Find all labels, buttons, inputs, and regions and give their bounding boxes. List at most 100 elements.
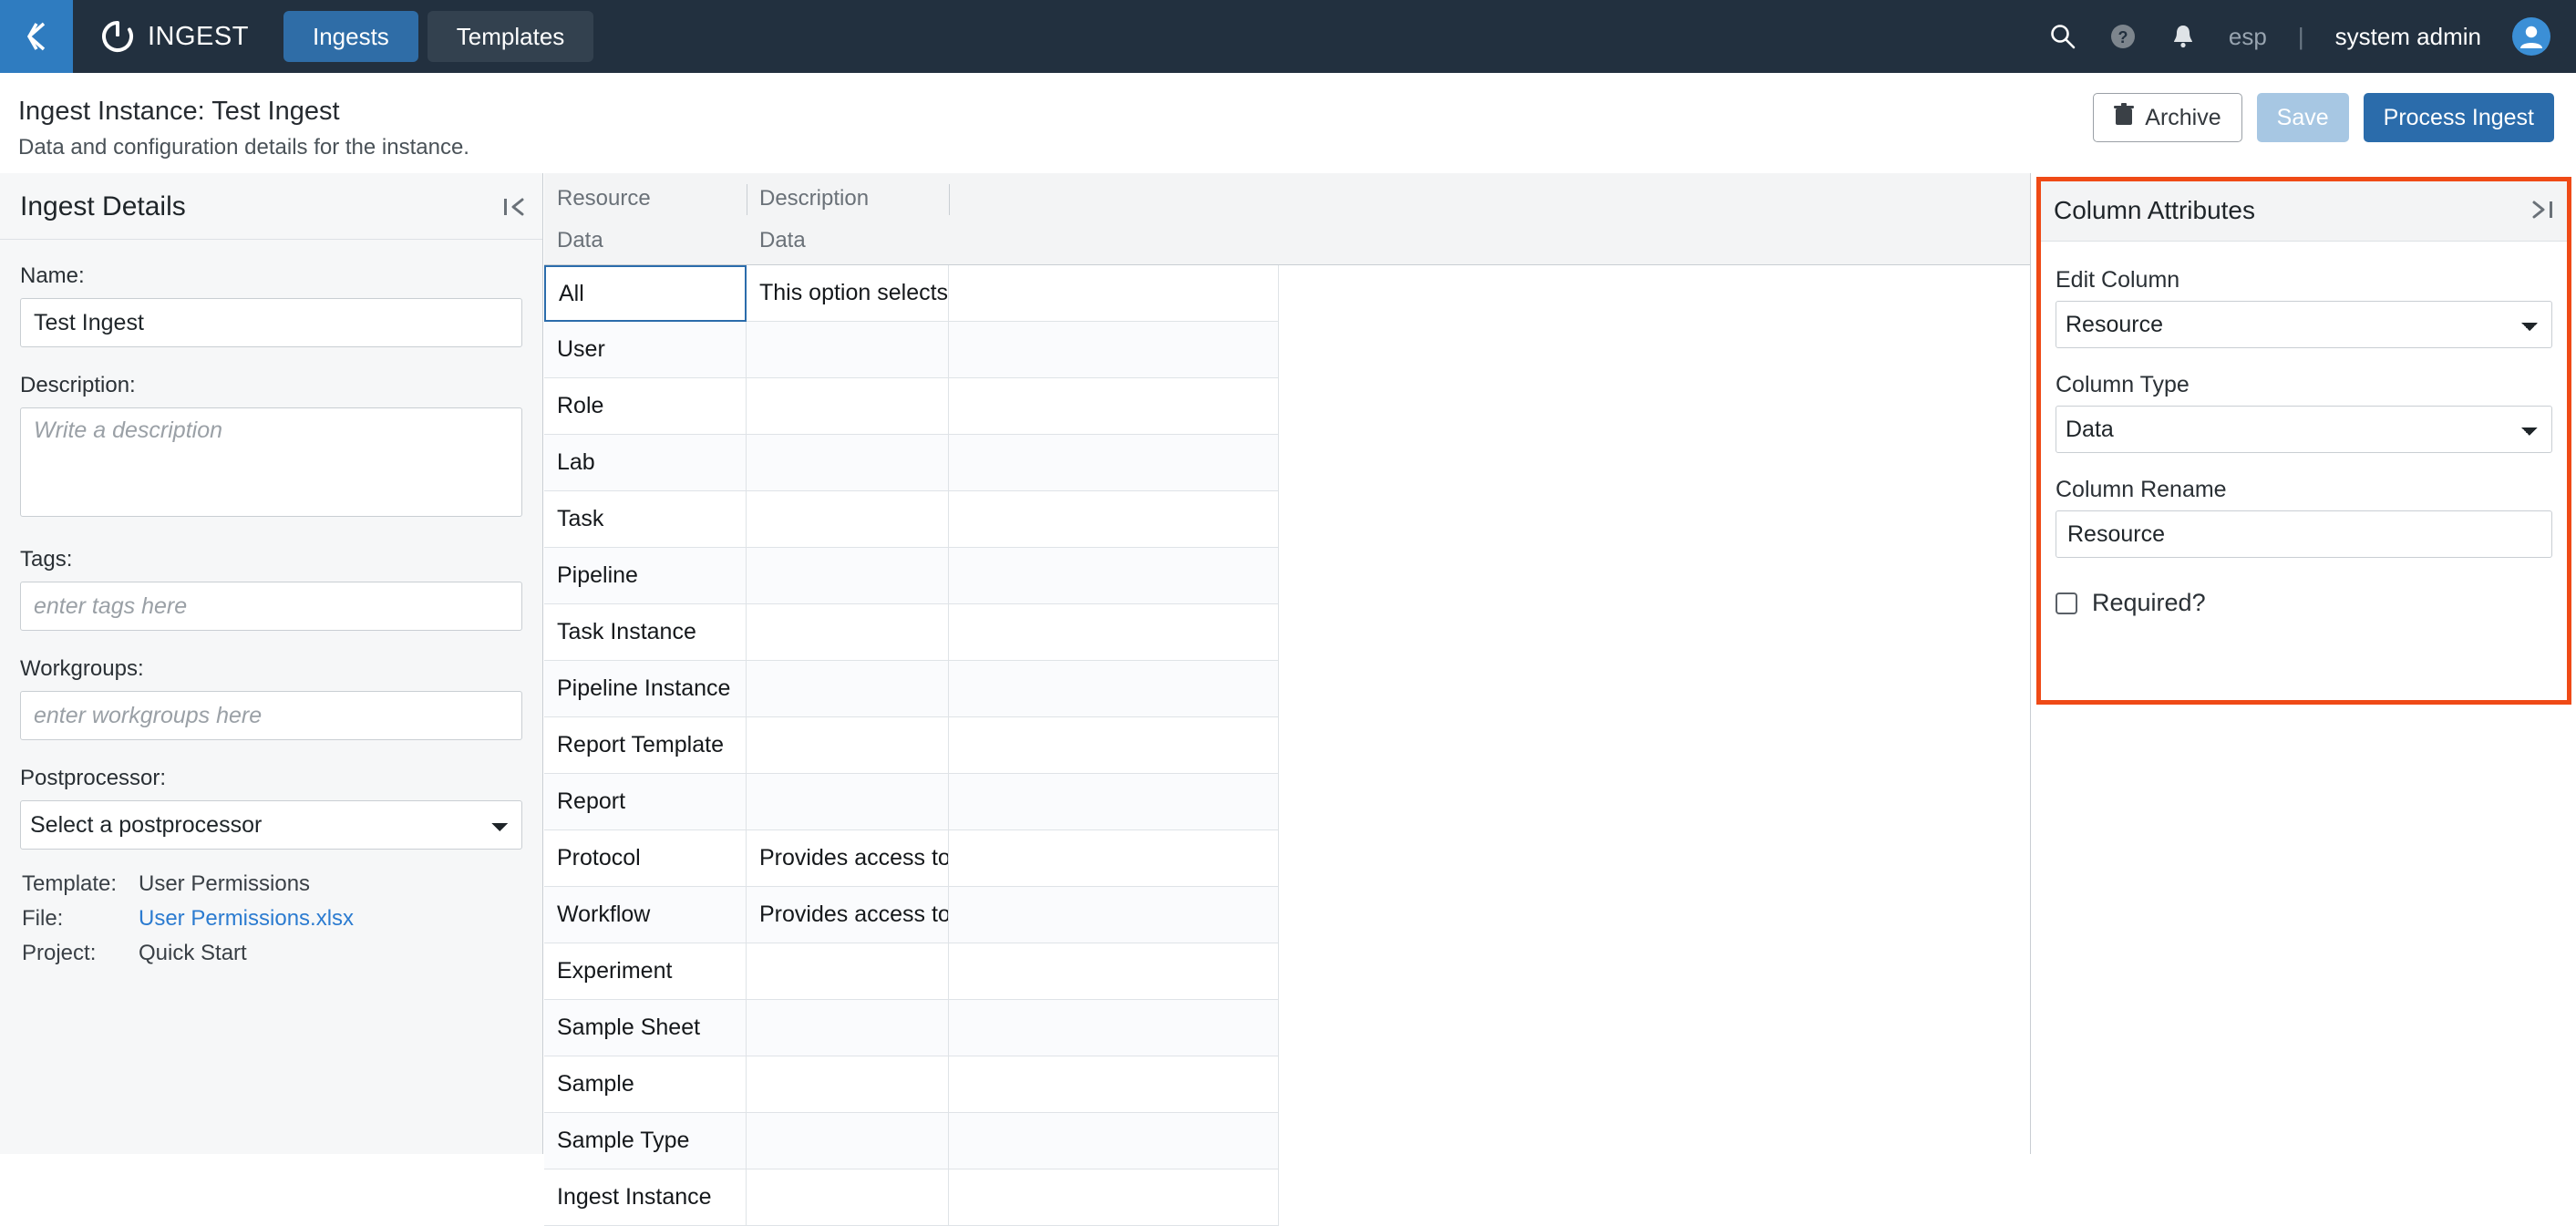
table-cell-empty[interactable] [949, 1000, 1279, 1056]
table-cell-resource[interactable]: Lab [544, 435, 747, 491]
table-row[interactable]: Sample [544, 1056, 2030, 1113]
user-avatar-icon[interactable] [2512, 17, 2550, 56]
column-header-empty[interactable] [949, 173, 1279, 264]
table-cell-description[interactable] [747, 1169, 949, 1226]
table-cell-resource[interactable]: Pipeline Instance [544, 661, 747, 717]
column-type-select[interactable]: Data [2056, 406, 2552, 453]
process-ingest-button[interactable]: Process Ingest [2363, 93, 2554, 142]
search-icon[interactable] [2048, 22, 2077, 51]
workgroups-input[interactable] [20, 691, 522, 740]
table-cell-resource[interactable]: Report Template [544, 717, 747, 774]
table-row[interactable]: ProtocolProvides access to the Proto... [544, 830, 2030, 887]
table-row[interactable]: Lab [544, 435, 2030, 491]
collapse-right-icon[interactable] [2530, 196, 2554, 223]
meta-key-project: Project: [22, 941, 97, 965]
column-header-description[interactable]: Description Data [747, 173, 949, 264]
table-row[interactable]: Ingest Instance [544, 1169, 2030, 1226]
table-cell-resource[interactable]: Pipeline [544, 548, 747, 604]
description-textarea[interactable] [20, 407, 522, 517]
table-cell-empty[interactable] [949, 661, 1279, 717]
table-cell-empty[interactable] [949, 322, 1279, 378]
table-row[interactable]: Pipeline Instance [544, 661, 2030, 717]
user-name[interactable]: system admin [2335, 23, 2481, 51]
required-checkbox[interactable] [2056, 592, 2077, 614]
table-cell-description[interactable] [747, 1056, 949, 1113]
table-row[interactable]: Report [544, 774, 2030, 830]
table-row[interactable]: Task [544, 491, 2030, 548]
table-row[interactable]: Role [544, 378, 2030, 435]
ingest-ring-logo-icon [100, 19, 135, 54]
table-cell-resource[interactable]: User [544, 322, 747, 378]
table-cell-description[interactable] [747, 491, 949, 548]
table-row[interactable]: Pipeline [544, 548, 2030, 604]
table-cell-description[interactable] [747, 1113, 949, 1169]
table-cell-empty[interactable] [949, 830, 1279, 887]
table-cell-description[interactable]: Provides access to the Proto... [747, 830, 949, 887]
table-cell-resource[interactable]: Task Instance [544, 604, 747, 661]
table-row[interactable]: AllThis option selects all of the ... [544, 265, 2030, 322]
bell-icon[interactable] [2169, 22, 2198, 51]
table-row[interactable]: Sample Type [544, 1113, 2030, 1169]
table-cell-resource[interactable]: Task [544, 491, 747, 548]
table-cell-description[interactable] [747, 378, 949, 435]
name-input[interactable] [20, 298, 522, 347]
nav-separator: | [2297, 22, 2304, 50]
table-row[interactable]: Sample Sheet [544, 1000, 2030, 1056]
edit-column-select[interactable]: Resource [2056, 301, 2552, 348]
table-cell-empty[interactable] [949, 491, 1279, 548]
table-row[interactable]: Experiment [544, 943, 2030, 1000]
help-circle-icon[interactable]: ? [2108, 22, 2138, 51]
table-cell-empty[interactable] [949, 1169, 1279, 1226]
table-cell-description[interactable]: Provides access to the Workf... [747, 887, 949, 943]
save-button[interactable]: Save [2256, 93, 2349, 142]
table-cell-description[interactable] [747, 1000, 949, 1056]
column-header-resource[interactable]: Resource Data [544, 173, 747, 264]
table-cell-resource[interactable]: Protocol [544, 830, 747, 887]
table-row[interactable]: User [544, 322, 2030, 378]
table-cell-description[interactable] [747, 717, 949, 774]
table-cell-description[interactable] [747, 548, 949, 604]
tab-ingests[interactable]: Ingests [283, 11, 418, 62]
column-rename-input[interactable] [2056, 510, 2552, 558]
table-cell-resource[interactable]: All [544, 265, 747, 322]
tab-templates[interactable]: Templates [427, 11, 594, 62]
table-cell-description[interactable] [747, 604, 949, 661]
required-checkbox-label: Required? [2092, 589, 2206, 616]
table-row[interactable]: WorkflowProvides access to the Workf... [544, 887, 2030, 943]
table-cell-empty[interactable] [949, 265, 1279, 322]
back-button[interactable] [0, 0, 73, 73]
table-cell-resource[interactable]: Workflow [544, 887, 747, 943]
description-label: Description: [20, 373, 136, 397]
table-cell-resource[interactable]: Sample Type [544, 1113, 747, 1169]
table-cell-description[interactable] [747, 774, 949, 830]
table-cell-empty[interactable] [949, 943, 1279, 1000]
table-cell-empty[interactable] [949, 435, 1279, 491]
table-cell-resource[interactable]: Sample [544, 1056, 747, 1113]
table-cell-empty[interactable] [949, 1056, 1279, 1113]
table-cell-resource[interactable]: Sample Sheet [544, 1000, 747, 1056]
table-cell-empty[interactable] [949, 548, 1279, 604]
table-row[interactable]: Report Template [544, 717, 2030, 774]
table-cell-empty[interactable] [949, 774, 1279, 830]
table-cell-description[interactable] [747, 435, 949, 491]
table-cell-description[interactable] [747, 943, 949, 1000]
meta-value-file-link[interactable]: User Permissions.xlsx [139, 906, 354, 932]
table-cell-empty[interactable] [949, 717, 1279, 774]
archive-button[interactable]: Archive [2093, 93, 2242, 142]
postprocessor-select[interactable]: Select a postprocessor [20, 800, 522, 850]
table-cell-empty[interactable] [949, 604, 1279, 661]
column-type-label: Column Type [2056, 372, 2190, 397]
table-cell-description[interactable] [747, 661, 949, 717]
collapse-left-icon[interactable] [502, 193, 526, 221]
table-cell-description[interactable]: This option selects all of the ... [747, 265, 949, 322]
table-cell-description[interactable] [747, 322, 949, 378]
table-cell-resource[interactable]: Ingest Instance [544, 1169, 747, 1226]
table-cell-empty[interactable] [949, 887, 1279, 943]
tags-input[interactable] [20, 582, 522, 631]
table-cell-resource[interactable]: Report [544, 774, 747, 830]
table-row[interactable]: Task Instance [544, 604, 2030, 661]
table-cell-resource[interactable]: Role [544, 378, 747, 435]
table-cell-empty[interactable] [949, 1113, 1279, 1169]
table-cell-resource[interactable]: Experiment [544, 943, 747, 1000]
table-cell-empty[interactable] [949, 378, 1279, 435]
